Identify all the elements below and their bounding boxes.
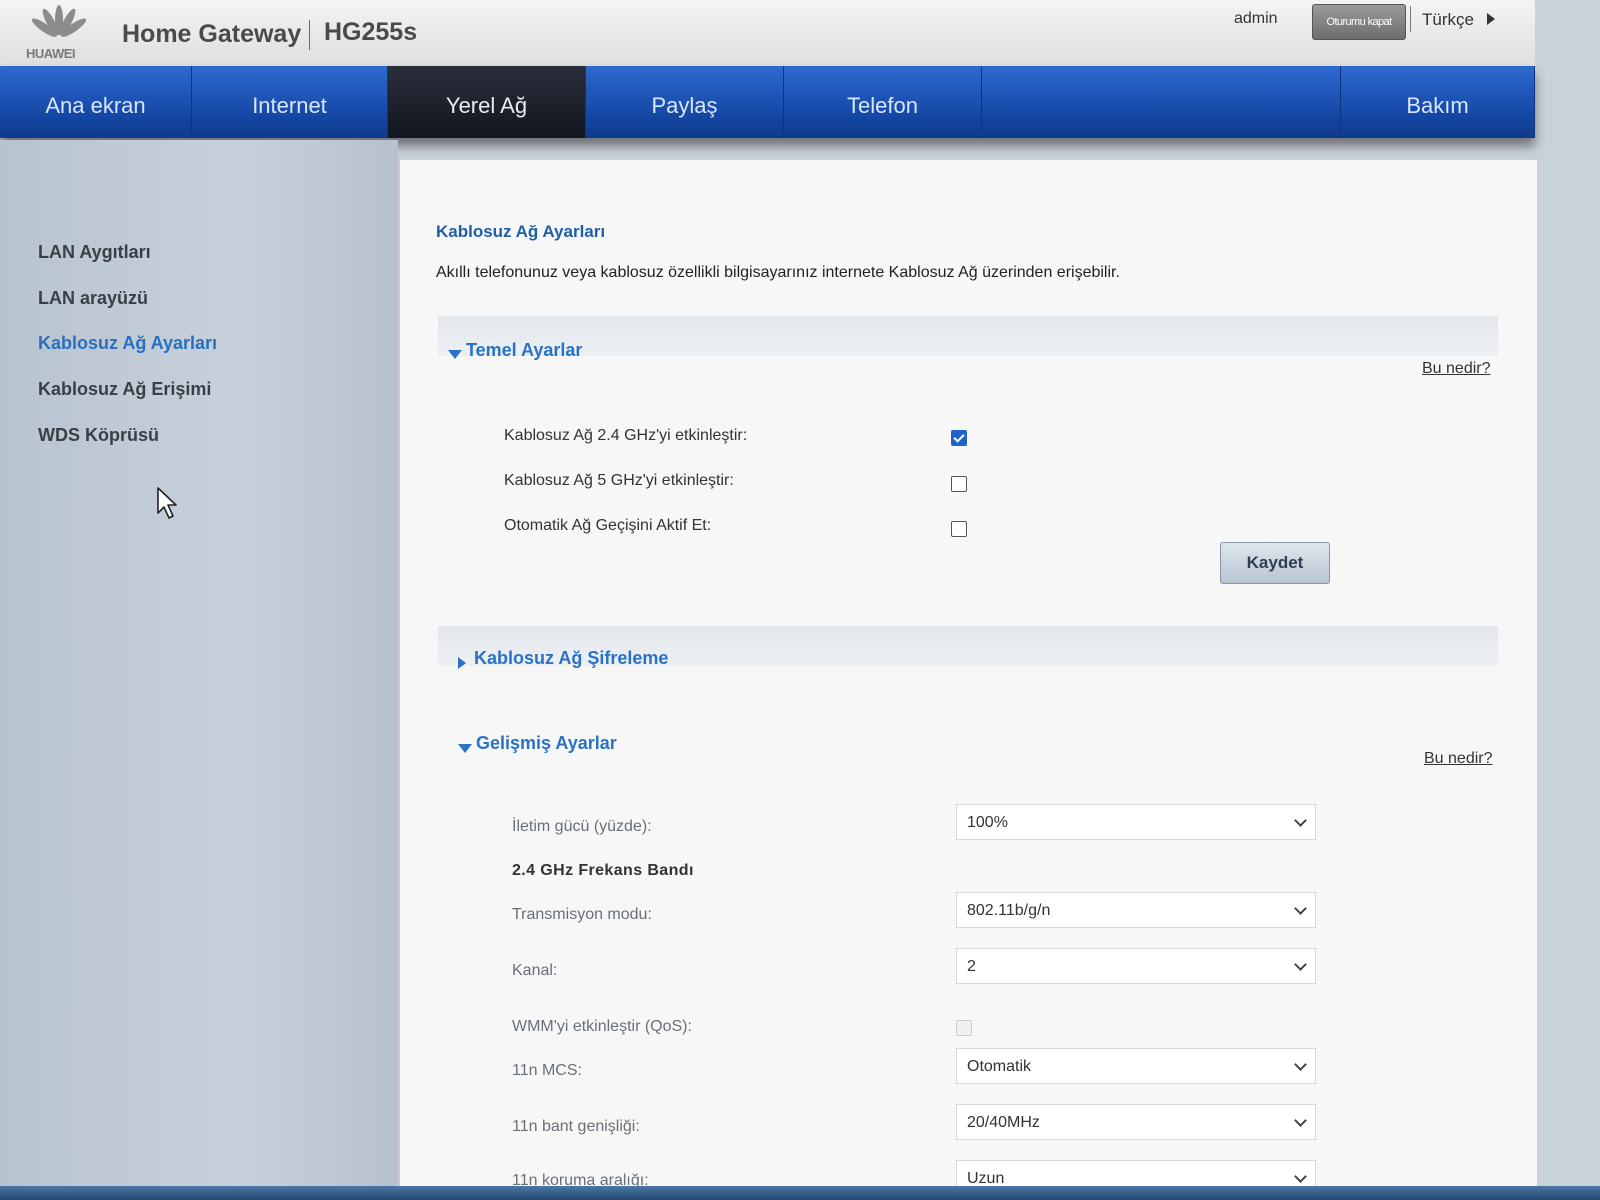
product-title: Home Gateway [122, 20, 302, 48]
main-content: Kablosuz Ağ Ayarları Akıllı telefonunuz … [398, 160, 1537, 1200]
auto-switch-label: Otomatik Ağ Geçişini Aktif Et: [504, 517, 712, 534]
basic-settings-title[interactable]: Temel Ayarlar [466, 340, 582, 361]
bandwidth-select[interactable]: 20/40MHz [956, 1104, 1316, 1140]
advanced-settings-title[interactable]: Gelişmiş Ayarlar [476, 733, 617, 754]
sidebar: LAN Aygıtları LAN arayüzü Kablosuz Ağ Ay… [0, 140, 398, 1200]
page-title: Kablosuz Ağ Ayarları [436, 222, 606, 241]
encryption-title[interactable]: Kablosuz Ağ Şifreleme [474, 648, 668, 669]
username-label: admin [1234, 10, 1278, 27]
enable-24ghz-label: Kablosuz Ağ 2.4 GHz'yi etkinleştir: [504, 427, 748, 444]
logout-button[interactable]: Oturumu kapat [1312, 4, 1406, 40]
language-divider [1410, 6, 1411, 32]
tab-share[interactable]: Paylaş [586, 66, 784, 138]
huawei-petals-icon [32, 5, 86, 37]
enable-5ghz-label: Kablosuz Ağ 5 GHz'yi etkinleştir: [504, 472, 734, 489]
chevron-down-icon [1294, 1058, 1307, 1071]
sidebar-item-wireless-access[interactable]: Kablosuz Ağ Erişimi [38, 379, 211, 400]
tab-internet[interactable]: Internet [192, 66, 388, 138]
model-title: HG255s [324, 18, 418, 46]
mode-label: Transmisyon modu: [512, 906, 652, 923]
chevron-down-icon [1294, 958, 1307, 971]
sidebar-item-lan-devices[interactable]: LAN Aygıtları [38, 242, 151, 263]
mode-select[interactable]: 802.11b/g/n [956, 892, 1316, 928]
tx-power-select[interactable]: 100% [956, 804, 1316, 840]
chevron-down-icon [1294, 1114, 1307, 1127]
mcs-value: Otomatik [967, 1058, 1032, 1075]
save-button[interactable]: Kaydet [1220, 542, 1330, 584]
auto-switch-checkbox[interactable] [951, 521, 967, 537]
mcs-label: 11n MCS: [512, 1062, 582, 1079]
page-description: Akıllı telefonunuz veya kablosuz özellik… [436, 264, 1120, 281]
brand-wordmark: HUAWEI [26, 46, 76, 61]
tab-local-network[interactable]: Yerel Ağ [388, 66, 586, 138]
caret-down-icon[interactable] [458, 744, 472, 753]
caret-right-icon[interactable] [458, 657, 466, 669]
bandwidth-value: 20/40MHz [967, 1114, 1040, 1131]
basic-settings-header[interactable] [438, 316, 1498, 356]
enable-5ghz-checkbox[interactable] [951, 476, 967, 492]
chevron-down-icon [1294, 1170, 1307, 1183]
nav-spacer [982, 66, 1341, 138]
tab-maintenance[interactable]: Bakım [1341, 66, 1535, 138]
tx-power-label: İletim gücü (yüzde): [512, 818, 652, 835]
channel-select[interactable]: 2 [956, 948, 1316, 984]
caret-right-icon[interactable] [1487, 13, 1495, 25]
chevron-down-icon [1294, 814, 1307, 827]
bandwidth-label: 11n bant genişliği: [512, 1118, 640, 1135]
tx-power-value: 100% [967, 814, 1008, 831]
sidebar-item-wds-bridge[interactable]: WDS Köprüsü [38, 425, 159, 446]
guard-interval-value: Uzun [967, 1170, 1005, 1187]
help-link-advanced[interactable]: Bu nedir? [1424, 750, 1493, 768]
mcs-select[interactable]: Otomatik [956, 1048, 1316, 1084]
wmm-checkbox[interactable] [956, 1020, 972, 1036]
mode-value: 802.11b/g/n [967, 902, 1051, 919]
chevron-down-icon [1294, 902, 1307, 915]
wmm-label: WMM'yi etkinleştir (QoS): [512, 1018, 692, 1035]
tab-phone[interactable]: Telefon [784, 66, 982, 138]
band-heading: 2.4 GHz Frekans Bandı [512, 862, 694, 879]
mouse-cursor-icon [157, 487, 177, 519]
taskbar-strip [0, 1186, 1600, 1200]
title-divider [309, 20, 310, 50]
channel-label: Kanal: [512, 962, 558, 979]
huawei-logo: HUAWEI [24, 4, 94, 64]
language-select[interactable]: Türkçe [1422, 10, 1474, 30]
caret-down-icon[interactable] [448, 350, 462, 359]
channel-value: 2 [967, 958, 976, 975]
enable-24ghz-checkbox[interactable] [951, 430, 967, 446]
sidebar-item-lan-interface[interactable]: LAN arayüzü [38, 288, 148, 309]
header-bar: HUAWEI Home Gateway HG255s admin Oturumu… [0, 0, 1535, 72]
tab-home[interactable]: Ana ekran [0, 66, 192, 138]
main-nav: Ana ekran Internet Yerel Ağ Paylaş Telef… [0, 66, 1535, 138]
help-link-basic[interactable]: Bu nedir? [1422, 360, 1491, 378]
sidebar-item-wireless-settings[interactable]: Kablosuz Ağ Ayarları [38, 333, 217, 354]
